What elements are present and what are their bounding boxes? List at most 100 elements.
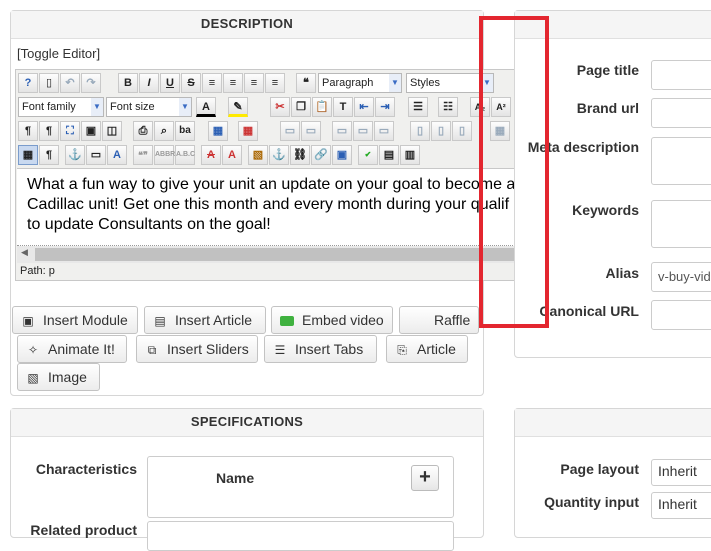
paste-icon[interactable]: 📋	[312, 97, 332, 117]
align-right-icon[interactable]: ≡	[265, 73, 285, 93]
page-layout-select[interactable]: Inherit	[651, 459, 711, 486]
blockquote-icon[interactable]: ❝	[296, 73, 316, 93]
insert-article-button[interactable]: ▤ Insert Article	[144, 306, 266, 334]
scroll-left-icon[interactable]: ◀	[21, 247, 28, 258]
edit-document-icon: ⎘	[397, 343, 407, 357]
insert-text-icon[interactable]: A	[222, 145, 242, 165]
page-title-input[interactable]	[651, 60, 711, 90]
editor-horizontal-scrollbar[interactable]: ◀	[17, 246, 523, 263]
image-button[interactable]: ▧ Image	[17, 363, 100, 391]
link-icon[interactable]: 🔗	[311, 145, 331, 165]
align-left-icon[interactable]: ≡	[244, 73, 264, 93]
acronym-icon[interactable]: A.B.C	[175, 145, 195, 165]
indent-icon[interactable]: ⇥	[375, 97, 395, 117]
image-manager-icon[interactable]: ▧	[248, 145, 268, 165]
scrollbar-thumb[interactable]	[35, 248, 515, 261]
table-grid-icon[interactable]: ▤	[379, 145, 399, 165]
delete-text-icon[interactable]: A	[201, 145, 221, 165]
plus-icon[interactable]: +	[411, 465, 439, 491]
preview-icon[interactable]: ▣	[81, 121, 101, 141]
anchor-icon[interactable]: ⚓	[65, 145, 85, 165]
row-before-icon[interactable]: ▭	[280, 121, 300, 141]
show-blocks-icon[interactable]: ¶	[39, 145, 59, 165]
animate-it-button[interactable]: ✧ Animate It!	[17, 335, 127, 363]
outdent-icon[interactable]: ⇤	[354, 97, 374, 117]
delete-row-icon[interactable]: ▭	[332, 121, 352, 141]
fullscreen-icon[interactable]: ⛶	[60, 121, 80, 141]
html-source-icon[interactable]: ◫	[102, 121, 122, 141]
anchor-link-icon[interactable]: ⚓	[269, 145, 289, 165]
quantity-input-select[interactable]: Inherit	[651, 492, 711, 519]
redo-icon[interactable]: ↷	[81, 73, 101, 93]
print-icon[interactable]: ⎙	[133, 121, 153, 141]
strikethrough-icon[interactable]: S	[181, 73, 201, 93]
delete-col-icon[interactable]: ▯	[452, 121, 472, 141]
canonical-url-input[interactable]	[651, 300, 711, 330]
underline-icon[interactable]: U	[160, 73, 180, 93]
media-icon[interactable]: ▣	[332, 145, 352, 165]
new-document-icon[interactable]: ▯	[39, 73, 59, 93]
italic-icon[interactable]: I	[139, 73, 159, 93]
paste-text-icon[interactable]: T	[333, 97, 353, 117]
bullet-list-icon[interactable]: ☰	[408, 97, 428, 117]
tabs-icon: ☰	[274, 343, 286, 357]
bold-icon[interactable]: B	[118, 73, 138, 93]
row-props-icon[interactable]: ▭	[353, 121, 373, 141]
text-color-icon[interactable]: A	[196, 97, 216, 117]
insert-table-icon[interactable]: ▦	[208, 121, 228, 141]
replace-icon[interactable]: ba	[175, 121, 195, 141]
align-justify-icon[interactable]: ≡	[202, 73, 222, 93]
highlight-color-icon[interactable]: ✎	[228, 97, 248, 117]
raffle-button[interactable]: Raffle	[399, 306, 479, 334]
editor-path-bar: Path: p	[20, 263, 55, 279]
ltr-icon[interactable]: ¶	[18, 121, 38, 141]
insert-tabs-button[interactable]: ☰ Insert Tabs	[264, 335, 377, 363]
chevron-down-icon: ▼	[179, 98, 191, 116]
help-icon[interactable]: ?	[18, 73, 38, 93]
hr-icon[interactable]: ▭	[86, 145, 106, 165]
insert-sliders-button[interactable]: ⧉ Insert Sliders	[136, 335, 258, 363]
chevron-down-icon: ▼	[389, 74, 401, 92]
row-after-icon[interactable]: ▭	[301, 121, 321, 141]
editor-line-1: What a fun way to give your unit an upda…	[27, 176, 516, 193]
description-panel: DESCRIPTION [Toggle Editor] ? ▯ ↶ ↷ B I …	[10, 10, 525, 396]
image-icon: ▧	[27, 371, 39, 385]
styles-icon[interactable]: A	[107, 145, 127, 165]
highlight-annotation-box	[479, 16, 549, 328]
insert-module-button[interactable]: ▣ Insert Module	[12, 306, 138, 334]
visual-aid-icon[interactable]: ▦	[18, 145, 38, 165]
delete-table-icon[interactable]: ▦	[238, 121, 258, 141]
toolbar-row-1: ? ▯ ↶ ↷ B I U S ≡ ≡ ≡ ≡ ❝ Paragraph ▼ Sty…	[18, 73, 524, 95]
rich-text-editor: ? ▯ ↶ ↷ B I U S ≡ ≡ ≡ ≡ ❝ Paragraph ▼ Sty…	[15, 69, 525, 281]
meta-description-input[interactable]	[651, 137, 711, 185]
unlink-icon[interactable]: ⛓	[290, 145, 310, 165]
rtl-icon[interactable]: ¶	[39, 121, 59, 141]
font-size-select[interactable]: Font size ▼	[106, 97, 192, 117]
spellcheck-icon[interactable]: ✔	[358, 145, 378, 165]
keywords-input[interactable]	[651, 200, 711, 248]
copy-icon[interactable]: ❐	[291, 97, 311, 117]
page-layout-label: Page layout	[560, 461, 639, 477]
specifications-panel: SPECIFICATIONS Characteristics Name + Re…	[10, 408, 484, 551]
embed-video-button[interactable]: Embed video	[271, 306, 393, 334]
undo-icon[interactable]: ↶	[60, 73, 80, 93]
abbr-icon[interactable]: ABBR	[154, 145, 175, 165]
cite-icon[interactable]: ❝❞	[133, 145, 153, 165]
format-select[interactable]: Paragraph ▼	[318, 73, 402, 93]
brand-url-input[interactable]	[651, 98, 711, 128]
font-family-select[interactable]: Font family ▼	[18, 97, 104, 117]
col-before-icon[interactable]: ▯	[410, 121, 430, 141]
cut-icon[interactable]: ✂	[270, 97, 290, 117]
path-value[interactable]: p	[49, 265, 55, 277]
search-icon[interactable]: ⌕	[154, 121, 174, 141]
col-after-icon[interactable]: ▯	[431, 121, 451, 141]
alias-input[interactable]: v-buy-vide	[651, 262, 711, 292]
layer-icon[interactable]: ▥	[400, 145, 420, 165]
align-center-icon[interactable]: ≡	[223, 73, 243, 93]
cell-props-icon[interactable]: ▭	[374, 121, 394, 141]
article-button[interactable]: ⎘ Article	[386, 335, 468, 363]
toggle-editor-link[interactable]: [Toggle Editor]	[17, 46, 100, 61]
numbered-list-icon[interactable]: ☷	[438, 97, 458, 117]
related-product-input[interactable]	[147, 521, 454, 551]
editor-content[interactable]: What a fun way to give your unit an upda…	[17, 168, 523, 246]
